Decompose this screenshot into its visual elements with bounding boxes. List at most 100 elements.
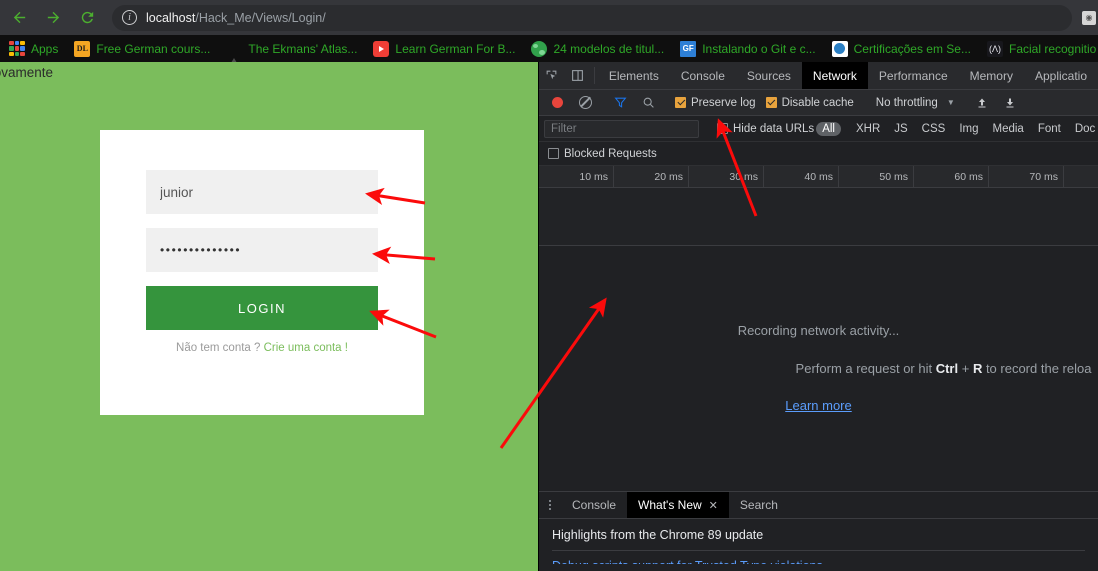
export-har-button[interactable] [996,97,1024,109]
create-account-link[interactable]: Crie uma conta ! [264,342,348,354]
flash-message: gue novamente [0,65,54,80]
network-overview[interactable]: 10 ms 20 ms 30 ms 40 ms 50 ms 60 ms 70 m… [539,166,1098,246]
login-card: LOGIN Não tem conta ? Crie uma conta ! [100,130,424,415]
forward-button[interactable] [38,3,68,33]
network-toolbar: Preserve log Disable cache No throttling… [539,90,1098,116]
tab-console[interactable]: Console [670,62,736,89]
clear-icon [578,96,592,109]
tab-network[interactable]: Network [801,62,868,89]
more-options-button[interactable] [539,492,561,518]
filter-type-media[interactable]: Media [987,122,1030,136]
tab-elements[interactable]: Elements [598,62,670,89]
device-toolbar-button[interactable] [565,62,591,89]
bookmark-label: The Ekmans' Atlas... [248,41,358,56]
signup-prompt-text: Não tem conta ? [176,342,264,354]
empty-state: Recording network activity... Perform a … [539,323,1098,415]
reload-button[interactable] [72,3,102,33]
timeline-tick: 20 ms [614,166,689,188]
back-button[interactable] [4,3,34,33]
network-filter-bar: Hide data URLs All XHR JS CSS Img Media … [539,116,1098,142]
filter-type-img[interactable]: Img [953,122,984,136]
certification-icon [831,40,848,57]
filter-funnel-icon [613,97,627,108]
bookmark-24-modelos[interactable]: 24 modelos de titul... [524,38,671,60]
filter-type-all[interactable]: All [816,121,841,136]
youtube-icon [373,40,390,57]
timeline-tick: 70 ms [989,166,1064,188]
checkbox-box [717,123,728,134]
tab-performance[interactable]: Performance [868,62,959,89]
filter-type-xhr[interactable]: XHR [850,122,886,136]
chevron-down-icon[interactable]: ▼ [947,98,955,107]
bookmark-ekmans-atlas[interactable]: The Ekmans' Atlas... [219,38,364,62]
filter-toggle-button[interactable] [606,96,634,109]
record-stop-icon [551,97,563,108]
clear-button[interactable] [571,96,599,109]
drawer-tab-console[interactable]: Console [561,492,627,518]
blocked-requests-label: Blocked Requests [564,147,657,160]
timeline-tick: 40 ms [764,166,839,188]
preserve-log-label: Preserve log [691,96,756,109]
username-input[interactable] [146,170,378,214]
inspect-element-button[interactable] [539,62,565,89]
tab-application[interactable]: Applicatio [1024,62,1098,89]
close-icon[interactable]: ✕ [709,499,718,512]
inspect-element-icon [547,70,557,80]
globe-icon [531,40,548,57]
bookmark-instalando-git[interactable]: GF Instalando o Git e c... [673,38,822,60]
signup-prompt: Não tem conta ? Crie uma conta ! [100,342,424,354]
drawer-tab-whats-new[interactable]: What's New ✕ [627,492,729,518]
timeline-tick: 50 ms [839,166,914,188]
drawer-tab-search[interactable]: Search [729,492,789,518]
subtitle-pre: Perform a request or hit [795,360,936,376]
bookmark-apps[interactable]: Apps [2,38,65,60]
mountain-icon [226,40,243,62]
reload-icon [81,11,93,24]
facial-icon: (Λ) [986,40,1003,57]
password-input[interactable] [146,228,378,272]
import-har-button[interactable] [968,97,996,109]
whats-new-item-link[interactable]: Debug scripts support for Trusted Type v… [552,550,1085,564]
filter-type-font[interactable]: Font [1032,122,1067,136]
site-info-icon[interactable]: i [122,10,137,25]
learn-more-link[interactable]: Learn more [785,398,851,413]
gf-icon: GF [680,40,697,57]
checkbox-box [675,97,686,108]
bookmark-free-german-course[interactable]: DL Free German cours... [67,38,217,60]
tab-memory[interactable]: Memory [959,62,1024,89]
blocked-requests-checkbox[interactable]: Blocked Requests [548,148,657,160]
url-path: /Hack_Me/Views/Login/ [195,10,326,25]
bookmark-facial-recognition[interactable]: (Λ) Facial recognitio [980,38,1098,60]
checkbox-box [548,148,559,159]
filter-type-css[interactable]: CSS [916,122,952,136]
bookmark-certificacoes[interactable]: Certificações em Se... [825,38,978,60]
address-bar[interactable]: i localhost/Hack_Me/Views/Login/ [112,4,1072,31]
filter-input[interactable] [544,119,699,138]
throttling-select[interactable]: No throttling [876,97,938,109]
toolbar-extension-chip[interactable]: ◉ [1082,10,1096,25]
disable-cache-checkbox[interactable]: Disable cache [765,97,854,109]
search-button[interactable] [634,96,662,109]
hide-data-urls-checkbox[interactable]: Hide data URLs [717,123,814,135]
screenshot-root: i localhost/Hack_Me/Views/Login/ ◉ Apps … [0,0,1098,571]
bookmark-label: Certificações em Se... [853,41,971,56]
apps-grid-icon [9,40,25,57]
devtools-drawer: Console What's New ✕ Search Highlights f… [539,491,1098,571]
record-button[interactable] [543,97,571,108]
drawer-tabbar: Console What's New ✕ Search [539,492,1098,519]
timeline-tick: 30 ms [689,166,764,188]
export-har-icon [1006,98,1014,107]
bookmark-learn-german[interactable]: Learn German For B... [366,38,522,60]
login-button[interactable]: LOGIN [146,286,378,330]
dl-icon: DL [74,40,91,57]
bookmark-label: Learn German For B... [395,41,516,56]
shortcut-key-r: R [972,360,983,376]
device-toolbar-icon [572,70,584,81]
timeline-ruler: 10 ms 20 ms 30 ms 40 ms 50 ms 60 ms 70 m… [539,166,1098,188]
tab-sources[interactable]: Sources [736,62,802,89]
filter-type-js[interactable]: JS [888,122,913,136]
filter-type-doc[interactable]: Doc [1069,122,1098,136]
hide-data-urls-label: Hide data URLs [733,122,815,135]
preserve-log-checkbox[interactable]: Preserve log [675,97,756,109]
network-request-list: Recording network activity... Perform a … [539,246,1098,491]
